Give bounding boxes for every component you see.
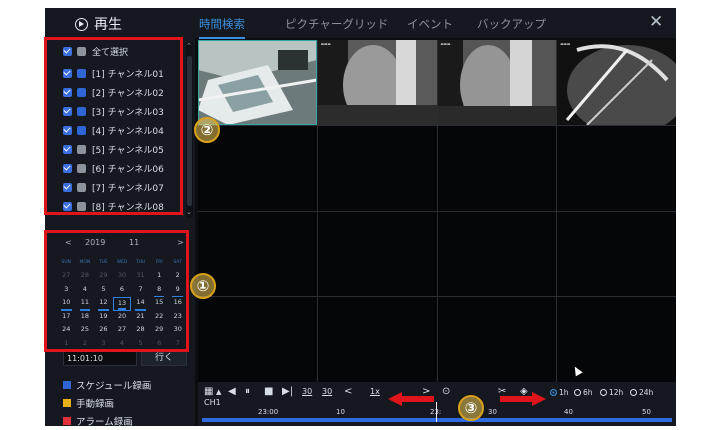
video-tile[interactable]	[317, 125, 437, 211]
tab-time-search[interactable]: 時間検索	[199, 16, 245, 39]
chevron-up-icon[interactable]: ▲	[216, 386, 221, 398]
scroll-down-icon[interactable]: ⌄	[186, 208, 192, 216]
reverse-play-icon[interactable]: ◀	[228, 386, 236, 398]
marker-1: ①	[190, 273, 216, 299]
range-label: 12h	[609, 388, 624, 397]
page-title-text: 再生	[94, 17, 122, 33]
range-12h[interactable]: 12h	[600, 388, 623, 397]
tab-picture-grid[interactable]: ピクチャーグリッド	[285, 16, 388, 32]
close-icon[interactable]: ✕	[649, 12, 663, 32]
legend-schedule: スケジュール録画	[63, 378, 151, 392]
video-tile[interactable]: ▬▬▬	[437, 40, 557, 125]
arrow-right-icon	[500, 392, 546, 406]
playhead[interactable]	[436, 402, 437, 422]
tab-backup[interactable]: バックアップ	[477, 16, 546, 32]
header-bar: 再生 時間検索 ピクチャーグリッド イベント バックアップ ✕	[45, 8, 676, 39]
channel-scrollbar[interactable]: ⌃ ⌄	[186, 42, 193, 218]
video-tile[interactable]	[557, 211, 676, 297]
tick-label: 23:00	[258, 408, 279, 416]
range-6h[interactable]: 6h	[574, 388, 593, 397]
radio-icon	[630, 389, 637, 396]
range-24h[interactable]: 24h	[630, 388, 653, 397]
video-tile[interactable]	[198, 40, 317, 125]
page-title: 再生	[75, 14, 122, 34]
channel-label: CH1	[204, 398, 221, 407]
timestamp: ▬▬▬	[560, 42, 571, 46]
timeline[interactable]: 23:00 10 23: 30 40 50	[202, 402, 672, 422]
tick-label: 30	[488, 408, 497, 416]
legend-label: アラーム録画	[76, 417, 133, 426]
tick-label: 10	[336, 408, 345, 416]
skip-back-button[interactable]: 30	[302, 386, 312, 398]
playback-controls: ▦ ▲ ◀ ⏸ ■ ▶| 30 30 < 1x > ⊙ ✂ ◈ 1h 6h 12…	[198, 382, 676, 426]
time-input[interactable]: 11:01:10	[63, 351, 137, 366]
range-label: 6h	[583, 388, 593, 397]
timestamp: ▬▬▬	[440, 42, 451, 46]
scrollbar-thumb[interactable]	[187, 56, 192, 206]
camera-feed	[317, 40, 437, 125]
zoom-icon[interactable]: ⊙	[442, 386, 450, 398]
legend-swatch	[63, 417, 71, 425]
range-label: 24h	[639, 388, 654, 397]
highlight-calendar	[44, 230, 189, 352]
skip-forward-button[interactable]: 30	[322, 386, 332, 398]
video-grid: ▬▬▬ ▬▬▬ ▬▬▬	[198, 40, 676, 382]
scroll-up-icon[interactable]: ⌃	[186, 42, 192, 50]
range-1h[interactable]: 1h	[550, 388, 569, 397]
camera-feed	[437, 40, 557, 125]
tick-label: 50	[642, 408, 651, 416]
video-tile[interactable]	[437, 211, 557, 297]
arrow-left-icon	[388, 392, 434, 406]
timestamp: ▬▬▬	[320, 42, 331, 46]
pause-icon[interactable]: ⏸	[245, 386, 250, 398]
camera-feed	[557, 40, 676, 125]
legend-swatch	[63, 381, 71, 389]
step-forward-icon[interactable]: ▶|	[282, 386, 293, 398]
tab-event[interactable]: イベント	[407, 16, 453, 32]
recording-band	[202, 418, 672, 422]
video-tile[interactable]	[317, 211, 437, 297]
legend-label: スケジュール録画	[76, 381, 152, 392]
radio-icon	[550, 389, 557, 396]
camera-feed	[198, 40, 317, 125]
radio-icon	[574, 389, 581, 396]
video-tile[interactable]	[437, 125, 557, 211]
speed-value: 1x	[370, 387, 380, 396]
radio-icon	[600, 389, 607, 396]
stop-icon[interactable]: ■	[264, 386, 273, 398]
video-tile[interactable]: ▬▬▬	[557, 40, 676, 125]
legend-manual: 手動録画	[63, 396, 114, 410]
playback-icon	[75, 17, 88, 31]
video-tile[interactable]	[557, 125, 676, 211]
legend-swatch	[63, 399, 71, 407]
video-tile[interactable]	[317, 297, 437, 382]
highlight-channel-list	[44, 37, 183, 215]
marker-2: ②	[194, 117, 220, 143]
slow-down-icon[interactable]: <	[344, 386, 352, 398]
video-tile[interactable]	[198, 297, 317, 382]
tick-label: 40	[564, 408, 573, 416]
video-tile[interactable]: ▬▬▬	[317, 40, 437, 125]
legend-alarm: アラーム録画	[63, 414, 133, 426]
marker-3: ③	[458, 395, 484, 421]
layout-grid-icon[interactable]: ▦	[204, 386, 213, 398]
range-label: 1h	[559, 388, 569, 397]
video-tile[interactable]	[437, 297, 557, 382]
go-button[interactable]: 行く	[141, 351, 187, 366]
legend-label: 手動録画	[76, 399, 115, 410]
